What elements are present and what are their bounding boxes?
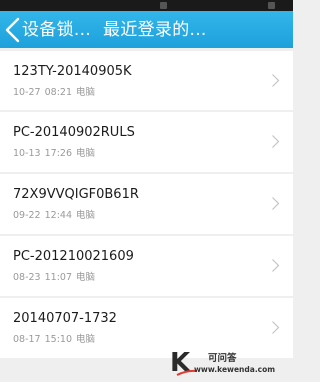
device-meta: 10-27 08:21 电脑 xyxy=(13,87,99,99)
device-row[interactable]: PC-201210021609 08-23 11:07 电脑 xyxy=(0,236,293,296)
chevron-right-icon xyxy=(272,135,280,148)
login-date: 08-17 xyxy=(13,334,41,345)
login-date: 10-13 xyxy=(13,148,41,159)
device-name: 123TY-20140905K xyxy=(13,64,132,79)
login-date: 10-27 xyxy=(13,87,41,98)
device-name: 72X9VVQIGF0B61R xyxy=(13,187,139,202)
watermark-logo: K 可问答 www.kewenda.com xyxy=(170,349,290,379)
title-part-1: 设备锁... xyxy=(22,20,92,40)
device-row[interactable]: 72X9VVQIGF0B61R 09-22 12:44 电脑 xyxy=(0,174,293,234)
device-meta: 08-23 11:07 电脑 xyxy=(13,272,99,284)
battery-icon xyxy=(268,2,275,9)
login-date: 08-23 xyxy=(13,272,41,283)
status-bar xyxy=(0,0,293,11)
chevron-right-icon xyxy=(272,321,280,334)
device-name: 20140707-1732 xyxy=(13,311,117,326)
device-type: 电脑 xyxy=(76,334,96,345)
signal-icon xyxy=(160,2,167,9)
page-title: 设备锁... 最近登录的... xyxy=(22,19,207,41)
watermark-url: www.kewenda.com xyxy=(194,365,276,374)
login-time: 08:21 xyxy=(44,87,72,98)
login-date: 09-22 xyxy=(13,210,41,221)
device-type: 电脑 xyxy=(76,87,96,98)
chevron-right-icon xyxy=(272,74,280,87)
device-meta: 10-13 17:26 电脑 xyxy=(13,148,99,160)
device-list: 123TY-20140905K 10-27 08:21 电脑 PC-20140902… xyxy=(0,51,293,360)
login-time: 15:10 xyxy=(44,334,72,345)
device-type: 电脑 xyxy=(76,148,96,159)
chevron-left-icon xyxy=(5,17,20,43)
login-time: 11:07 xyxy=(44,272,72,283)
device-row[interactable]: PC-20140902RULS 10-13 17:26 电脑 xyxy=(0,112,293,172)
device-type: 电脑 xyxy=(76,272,96,283)
device-meta: 09-22 12:44 电脑 xyxy=(13,210,99,222)
device-type: 电脑 xyxy=(76,210,96,221)
device-name: PC-20140902RULS xyxy=(13,125,135,140)
login-time: 17:26 xyxy=(44,148,72,159)
chevron-right-icon xyxy=(272,259,280,272)
title-bar: 设备锁... 最近登录的... xyxy=(0,11,293,48)
device-name: PC-201210021609 xyxy=(13,249,134,264)
device-meta: 08-17 15:10 电脑 xyxy=(13,334,99,346)
device-row[interactable]: 123TY-20140905K 10-27 08:21 电脑 xyxy=(0,51,293,110)
login-time: 12:44 xyxy=(44,210,72,221)
title-part-2: 最近登录的... xyxy=(103,20,207,40)
watermark-site-name: 可问答 xyxy=(208,353,237,364)
chevron-right-icon xyxy=(272,197,280,210)
